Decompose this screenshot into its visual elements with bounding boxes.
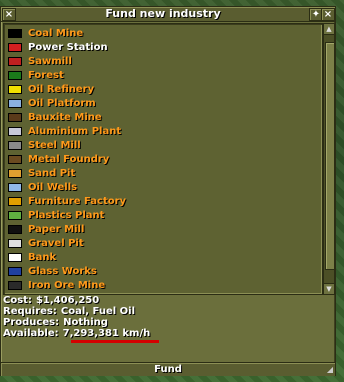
requires-value: Coal, Fuel Oil	[60, 306, 136, 317]
industry-list-item[interactable]: Oil Wells	[8, 180, 318, 194]
industry-list-item[interactable]: Coal Mine	[8, 26, 318, 40]
industry-label: Glass Works	[28, 265, 97, 277]
industry-list-item[interactable]: Sand Pit	[8, 166, 318, 180]
cost-value: $1,406,250	[35, 295, 100, 306]
industry-color-swatch	[8, 266, 22, 276]
scrollbar-thumb[interactable]	[325, 42, 335, 270]
industry-list-item[interactable]: Iron Ore Mine	[8, 278, 318, 292]
industry-list-item[interactable]: Gravel Pit	[8, 236, 318, 250]
industry-list-item[interactable]: Sawmill	[8, 54, 318, 68]
industry-color-swatch	[8, 196, 22, 206]
industry-list: Coal Mine Power Station Sawmill Forest Oil R…	[3, 23, 323, 295]
industry-info: Cost: $1,406,250 Requires: Coal, Fuel Oil …	[3, 295, 333, 339]
industry-label: Paper Mill	[28, 223, 85, 235]
industry-color-swatch	[8, 56, 22, 66]
produces-label: Produces:	[3, 317, 60, 328]
industry-list-item[interactable]: Power Station	[8, 40, 318, 54]
industry-list-item[interactable]: Forest	[8, 68, 318, 82]
industry-color-swatch	[8, 70, 22, 80]
scroll-down-icon[interactable]: ▼	[324, 283, 334, 294]
industry-color-swatch	[8, 98, 22, 108]
available-label: Available:	[3, 328, 59, 339]
produces-line: Produces: Nothing	[3, 317, 333, 328]
industry-color-swatch	[8, 210, 22, 220]
industry-color-swatch	[8, 238, 22, 248]
list-scrollbar[interactable]: ▲ ▼	[323, 23, 335, 295]
industry-label: Steel Mill	[28, 139, 81, 151]
requires-line: Requires: Coal, Fuel Oil	[3, 306, 333, 317]
industry-label: Aluminium Plant	[28, 125, 122, 137]
industry-color-swatch	[8, 252, 22, 262]
industry-label: Bank	[28, 251, 57, 263]
industry-color-swatch	[8, 182, 22, 192]
industry-label: Power Station	[28, 41, 108, 53]
close-icon[interactable]: ×	[321, 8, 335, 21]
industry-list-item[interactable]: Plastics Plant	[8, 208, 318, 222]
industry-list-item[interactable]: Metal Foundry	[8, 152, 318, 166]
industry-list-item[interactable]: Aluminium Plant	[8, 124, 318, 138]
industry-color-swatch	[8, 126, 22, 136]
industry-label: Metal Foundry	[28, 153, 110, 165]
industry-label: Oil Wells	[28, 181, 78, 193]
industry-list-item[interactable]: Bauxite Mine	[8, 110, 318, 124]
available-value: 7,293,381 km/h	[62, 328, 151, 339]
cost-label: Cost:	[3, 295, 32, 306]
industry-label: Furniture Factory	[28, 195, 127, 207]
industry-label: Gravel Pit	[28, 237, 84, 249]
industry-label: Iron Ore Mine	[28, 279, 106, 291]
industry-color-swatch	[8, 140, 22, 150]
highlight-underline	[71, 340, 159, 343]
industry-list-item[interactable]: Oil Refinery	[8, 82, 318, 96]
window-title: Fund new industry	[105, 7, 221, 20]
industry-color-swatch	[8, 28, 22, 38]
produces-value: Nothing	[63, 317, 108, 328]
industry-label: Sand Pit	[28, 167, 76, 179]
requires-label: Requires:	[3, 306, 57, 317]
industry-color-swatch	[8, 84, 22, 94]
window-titlebar[interactable]: × Fund new industry ✦ ×	[1, 7, 335, 22]
available-line: Available: 7,293,381 km/h	[3, 328, 333, 339]
industry-color-swatch	[8, 224, 22, 234]
industry-color-swatch	[8, 280, 22, 290]
resize-grip-icon[interactable]: ◢	[325, 365, 335, 375]
industry-label: Plastics Plant	[28, 209, 105, 221]
industry-color-swatch	[8, 168, 22, 178]
cost-line: Cost: $1,406,250	[3, 295, 333, 306]
industry-label: Bauxite Mine	[28, 111, 102, 123]
industry-label: Coal Mine	[28, 27, 84, 39]
industry-list-item[interactable]: Oil Platform	[8, 96, 318, 110]
industry-label: Oil Refinery	[28, 83, 95, 95]
scroll-up-icon[interactable]: ▲	[324, 24, 334, 35]
industry-list-item[interactable]: Paper Mill	[8, 222, 318, 236]
industry-label: Sawmill	[28, 55, 72, 67]
industry-list-item[interactable]: Bank	[8, 250, 318, 264]
fund-industry-window: × Fund new industry ✦ × Coal Mine Power S…	[0, 6, 336, 376]
industry-color-swatch	[8, 42, 22, 52]
industry-list-item[interactable]: Furniture Factory	[8, 194, 318, 208]
industry-list-item[interactable]: Steel Mill	[8, 138, 318, 152]
industry-color-swatch	[8, 112, 22, 122]
industry-color-swatch	[8, 154, 22, 164]
close-icon[interactable]: ×	[2, 8, 16, 21]
industry-label: Forest	[28, 69, 64, 81]
fund-button[interactable]: Fund	[1, 362, 335, 376]
industry-list-item[interactable]: Glass Works	[8, 264, 318, 278]
industry-label: Oil Platform	[28, 97, 96, 109]
